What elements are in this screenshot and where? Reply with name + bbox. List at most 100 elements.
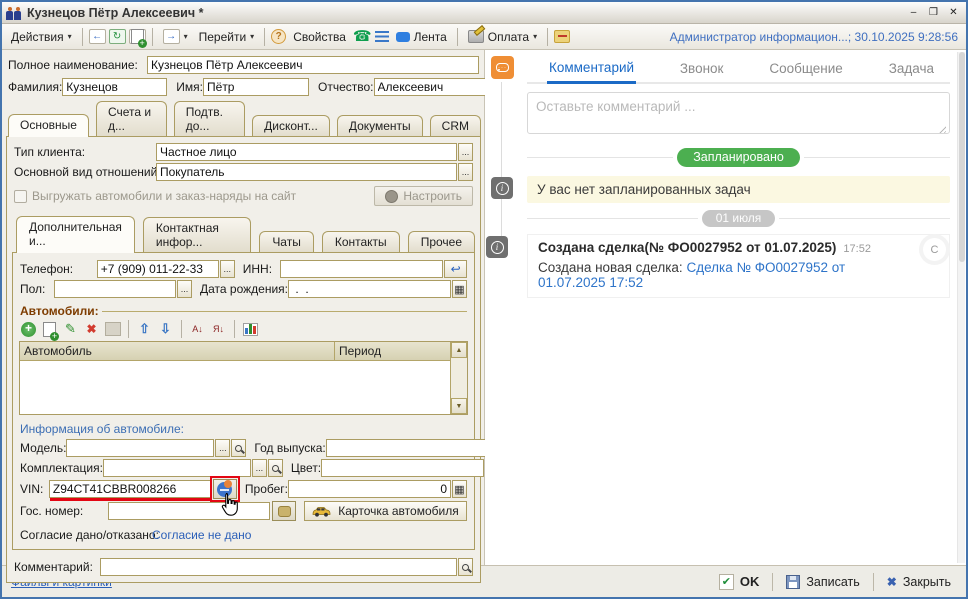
- save-button[interactable]: Записать: [780, 573, 865, 591]
- close-form-button[interactable]: ✖Закрыть: [881, 573, 957, 591]
- refresh-icon[interactable]: ↻: [109, 29, 126, 44]
- chat-bubble-icon: [396, 32, 410, 42]
- list-icon[interactable]: [375, 31, 389, 42]
- mileage-calc-button[interactable]: ▦: [452, 480, 467, 498]
- model-search-button[interactable]: [231, 439, 246, 457]
- column-car[interactable]: Автомобиль: [20, 342, 335, 361]
- ok-button[interactable]: ✔OK: [713, 572, 766, 592]
- move-down-button[interactable]: ⇩: [157, 321, 174, 337]
- model-select-button[interactable]: ...: [215, 439, 230, 457]
- sort-asc-button[interactable]: А↓: [189, 321, 206, 337]
- client-type-select-button[interactable]: ...: [458, 143, 473, 161]
- cars-table-scrollbar[interactable]: ▲ ▼: [450, 342, 467, 414]
- tab-contacts[interactable]: Контакты: [322, 231, 400, 252]
- payment-menu-button[interactable]: Оплата▾: [464, 28, 541, 46]
- upload-to-site-checkbox[interactable]: [14, 190, 27, 203]
- phone-input[interactable]: [97, 260, 219, 278]
- comment-input[interactable]: [100, 558, 457, 576]
- scroll-up-icon[interactable]: ▲: [451, 342, 467, 358]
- disabled-button: [104, 321, 121, 337]
- tab-contact-info[interactable]: Контактная инфор...: [143, 217, 251, 252]
- tab-accounts[interactable]: Счета и д...: [96, 101, 167, 136]
- reread-icon[interactable]: ←: [89, 29, 106, 44]
- feed-button[interactable]: Лента: [392, 28, 451, 46]
- comment-search-button[interactable]: [458, 558, 473, 576]
- birthdate-input[interactable]: [288, 280, 451, 298]
- tab-chats[interactable]: Чаты: [259, 231, 314, 252]
- car-icon: [312, 506, 331, 517]
- color-input[interactable]: [321, 459, 484, 477]
- minimize-button[interactable]: –: [905, 5, 922, 20]
- last-name-input[interactable]: [62, 78, 167, 96]
- tab-documents[interactable]: Документы: [337, 115, 423, 136]
- note-icon[interactable]: [554, 30, 570, 43]
- planned-badge: Запланировано: [677, 148, 800, 167]
- tab-confirm-docs[interactable]: Подтв. до...: [174, 101, 245, 136]
- forward-icon: →: [163, 29, 180, 44]
- feed-item-deal: i Создана сделка(№ ФО0027952 от 01.07.20…: [527, 234, 950, 298]
- first-name-input[interactable]: [203, 78, 309, 96]
- cars-table[interactable]: Автомобиль Период ▲ ▼: [19, 341, 468, 415]
- tab-crm[interactable]: CRM: [430, 115, 481, 136]
- trim-input[interactable]: [103, 459, 251, 477]
- copy-row-button[interactable]: [41, 321, 58, 337]
- client-form-panel: Полное наименование: Фамилия: Имя: Отчес…: [2, 50, 485, 565]
- forward-button[interactable]: →▾: [159, 27, 192, 46]
- client-type-input[interactable]: [156, 143, 457, 161]
- consent-link[interactable]: Согласие не дано: [152, 528, 251, 542]
- comment-label: Комментарий:: [14, 560, 100, 574]
- feed-comment-textarea[interactable]: [527, 92, 950, 134]
- feed-scrollbar-thumb[interactable]: [959, 52, 965, 262]
- tab-additional-info[interactable]: Дополнительная и...: [16, 216, 135, 253]
- close-button[interactable]: ✕: [945, 5, 962, 20]
- inn-input[interactable]: [280, 260, 443, 278]
- detail-tab-content: Телефон: ... ИНН: ↩ Пол: ... Дата рожден…: [12, 252, 475, 550]
- plate-input[interactable]: [108, 502, 270, 520]
- magnifier-icon: [235, 445, 242, 452]
- tab-main[interactable]: Основные: [8, 114, 89, 137]
- feed-tab-call[interactable]: Звонок: [678, 57, 726, 82]
- properties-button[interactable]: Свойства: [289, 28, 350, 46]
- gender-select-button[interactable]: ...: [177, 280, 192, 298]
- magnifier-icon: [462, 564, 469, 571]
- relation-type-select-button[interactable]: ...: [458, 163, 473, 181]
- maximize-button[interactable]: ❒: [925, 5, 942, 20]
- help-icon[interactable]: ?: [271, 29, 286, 44]
- trim-select-button[interactable]: ...: [252, 459, 267, 477]
- move-up-button[interactable]: ⇧: [136, 321, 153, 337]
- feed-scrollbar[interactable]: [957, 52, 965, 563]
- tab-other[interactable]: Прочее: [408, 231, 475, 252]
- relation-type-input[interactable]: [156, 163, 457, 181]
- configure-button[interactable]: Настроить: [374, 186, 473, 206]
- actions-menu-button[interactable]: Действия▾: [7, 28, 76, 46]
- tab-discount[interactable]: Дисконт...: [252, 115, 330, 136]
- feed-tab-comment[interactable]: Комментарий: [547, 56, 636, 84]
- add-row-button[interactable]: +: [20, 321, 37, 337]
- trim-search-button[interactable]: [268, 459, 283, 477]
- scroll-down-icon[interactable]: ▼: [451, 398, 467, 414]
- full-name-input[interactable]: [147, 56, 479, 74]
- car-card-button[interactable]: Карточка автомобиля: [304, 501, 467, 521]
- plate-select-button[interactable]: [272, 501, 296, 521]
- year-input[interactable]: [326, 439, 489, 457]
- delete-row-button[interactable]: ✖: [83, 321, 100, 337]
- vin-input[interactable]: [49, 480, 211, 498]
- feed-tab-message[interactable]: Сообщение: [767, 57, 844, 82]
- sort-desc-button[interactable]: Я↓: [210, 321, 227, 337]
- mileage-input[interactable]: [288, 480, 451, 498]
- birthdate-calendar-button[interactable]: ▦: [452, 280, 467, 298]
- cars-table-body[interactable]: [20, 361, 450, 414]
- phone-select-button[interactable]: ...: [220, 260, 235, 278]
- column-period[interactable]: Период: [335, 342, 450, 361]
- chart-button[interactable]: [242, 321, 259, 337]
- feed-tab-task[interactable]: Задача: [887, 57, 936, 82]
- inn-history-button[interactable]: ↩: [444, 260, 467, 278]
- gender-input[interactable]: [54, 280, 176, 298]
- model-input[interactable]: [66, 439, 214, 457]
- edit-row-button[interactable]: ✎: [62, 321, 79, 337]
- copy-icon[interactable]: [129, 29, 146, 44]
- consent-label: Согласие дано/отказано:: [20, 528, 152, 542]
- goto-menu-button[interactable]: Перейти▾: [195, 28, 259, 46]
- phone-icon[interactable]: ☎: [353, 30, 372, 44]
- planned-separator: Запланировано: [527, 148, 950, 167]
